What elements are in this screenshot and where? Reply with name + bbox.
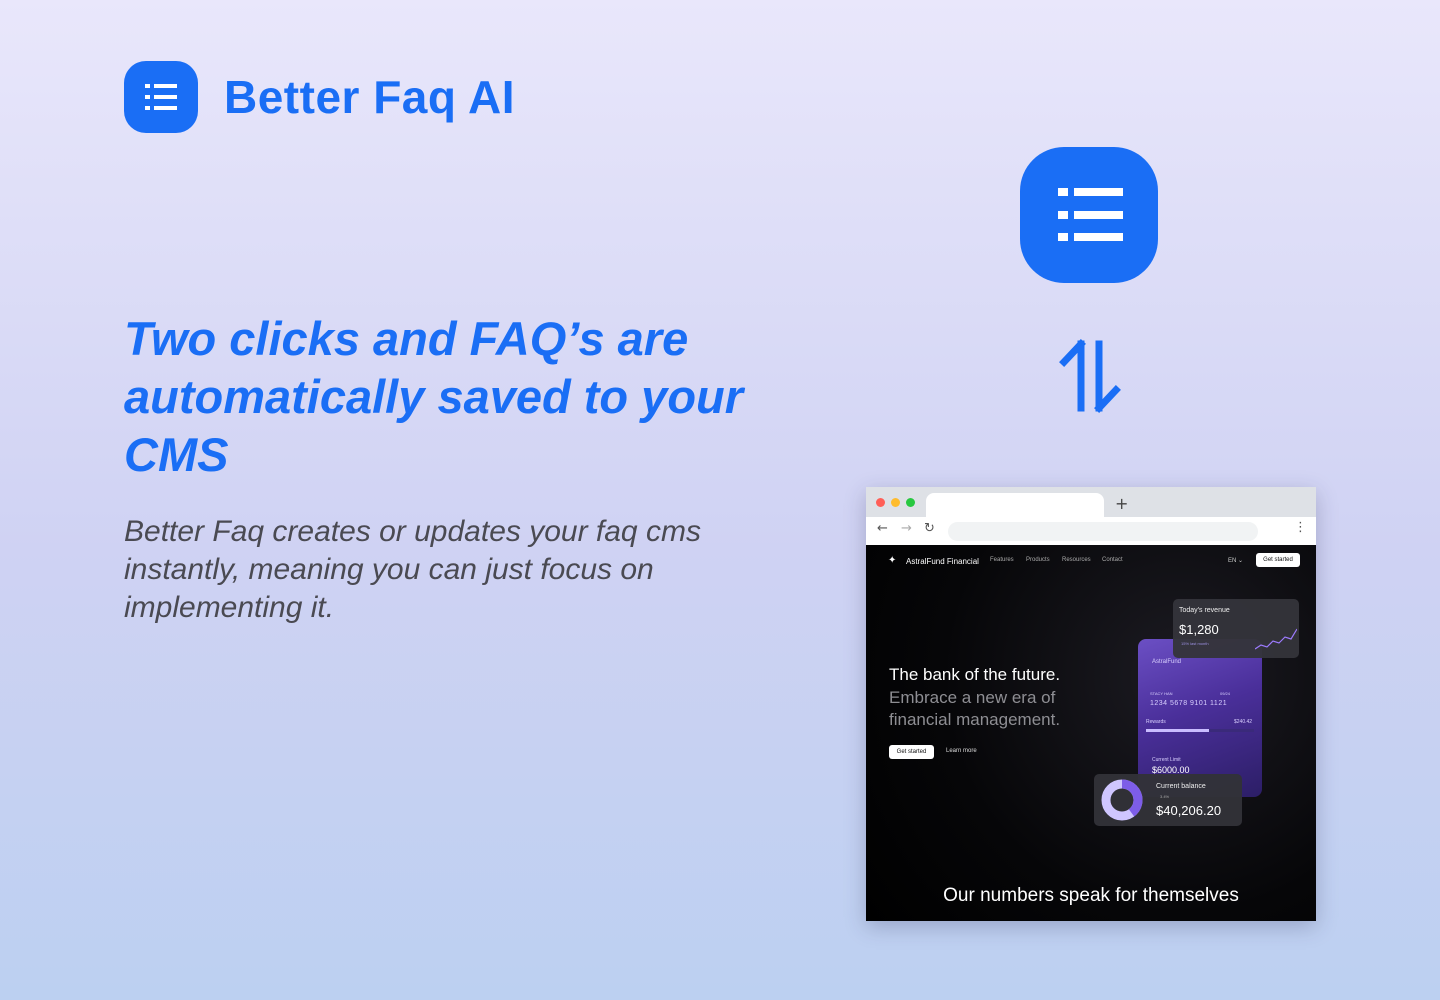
revenue-sparkline [1255,628,1297,650]
balance-label: Current balance [1156,783,1206,790]
balance-change: 3.4% [1160,794,1170,799]
forward-arrow-icon[interactable]: → [901,521,912,536]
website-content: ✦ AstralFund Financial Features Products… [866,545,1316,921]
revenue-change: 15% last month [1181,641,1209,646]
hero-get-started-button[interactable]: Get started [889,745,934,759]
minimize-dot-icon [891,498,900,507]
brand-logo [124,61,198,133]
astralfund-logo-icon: ✦ [888,555,897,566]
card-number: 1234 5678 9101 1121 [1150,700,1228,707]
site-get-started-button[interactable]: Get started [1256,553,1300,567]
rewards-value: $240.42 [1234,719,1253,725]
swap-vertical-arrows-icon [1059,339,1121,413]
limit-label: Current Limit [1152,757,1181,763]
balance-widget: Current balance 3.4% $40,206.20 [1094,774,1242,826]
list-icon [145,84,177,110]
balance-value: $40,206.20 [1156,803,1222,818]
big-brand-logo [1020,147,1158,283]
card-expiry: 09/24 [1220,691,1231,696]
revenue-value: $1,280 [1179,622,1219,637]
hero-learn-more-link[interactable]: Learn more [946,748,977,754]
card-brand: AstralFund [1152,659,1182,665]
maximize-dot-icon [906,498,915,507]
rewards-progress-fill [1146,729,1209,732]
language-select[interactable]: EN ⌄ [1228,557,1243,564]
close-dot-icon [876,498,885,507]
rewards-progress-track [1146,729,1254,732]
list-icon [1058,188,1123,241]
more-menu-icon[interactable]: ⋮ [1294,520,1307,535]
site-name: AstralFund Financial [906,557,979,566]
site-nav-products[interactable]: Products [1026,557,1050,563]
page-headline: Two clicks and FAQ’s are automatically s… [124,312,744,481]
page-subtext: Better Faq creates or updates your faq c… [124,515,701,624]
site-nav-contact[interactable]: Contact [1102,557,1123,563]
new-tab-button[interactable]: + [1115,494,1128,513]
address-bar[interactable] [948,522,1258,541]
card-holder: STACY HAN [1150,691,1173,696]
balance-donut-chart [1101,779,1143,821]
reload-icon[interactable]: ↻ [924,521,935,536]
back-arrow-icon[interactable]: ← [877,521,888,536]
numbers-section-title: Our numbers speak for themselves [943,885,1239,906]
revenue-label: Today's revenue [1179,607,1230,614]
brand-name: Better Faq AI [224,71,516,123]
browser-mockup: + ← → ↻ ⋮ ✦ AstralFund Financial Feature… [866,487,1316,921]
site-nav-features[interactable]: Features [990,557,1014,563]
revenue-widget: Today's revenue $1,280 15% last month [1173,599,1299,658]
site-nav-resources[interactable]: Resources [1062,557,1091,563]
rewards-label: Rewards [1146,719,1166,725]
hero-subtitle: Embrace a new era of financial managemen… [889,688,1061,729]
browser-tab[interactable] [926,493,1104,517]
hero-title: The bank of the future. [889,665,1061,684]
